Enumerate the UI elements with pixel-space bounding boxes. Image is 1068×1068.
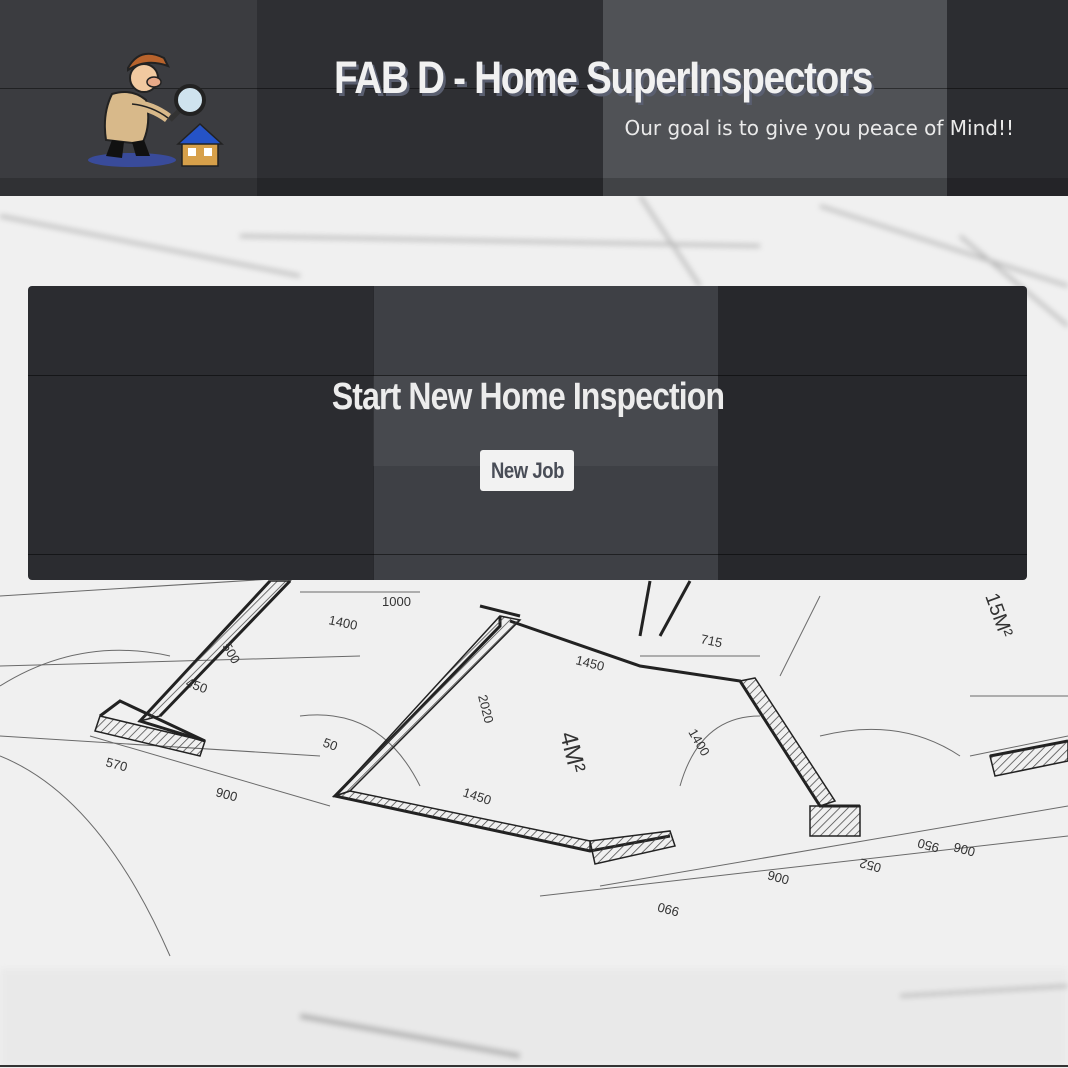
card-divider — [28, 554, 1027, 555]
new-inspection-card: Start New Home Inspection New Job — [28, 286, 1027, 580]
site-header: FAB D - Home SuperInspectors Our goal is… — [0, 0, 1068, 196]
new-job-button[interactable]: New Job — [480, 450, 574, 491]
card-title: Start New Home Inspection — [331, 376, 725, 418]
site-tagline: Our goal is to give you peace of Mind!! — [624, 116, 1015, 140]
site-title: FAB D - Home SuperInspectors — [333, 52, 873, 103]
header-shade — [0, 178, 1068, 196]
new-job-label: New Job — [490, 457, 564, 483]
blueprint-dim-label: 1000 — [382, 594, 411, 609]
